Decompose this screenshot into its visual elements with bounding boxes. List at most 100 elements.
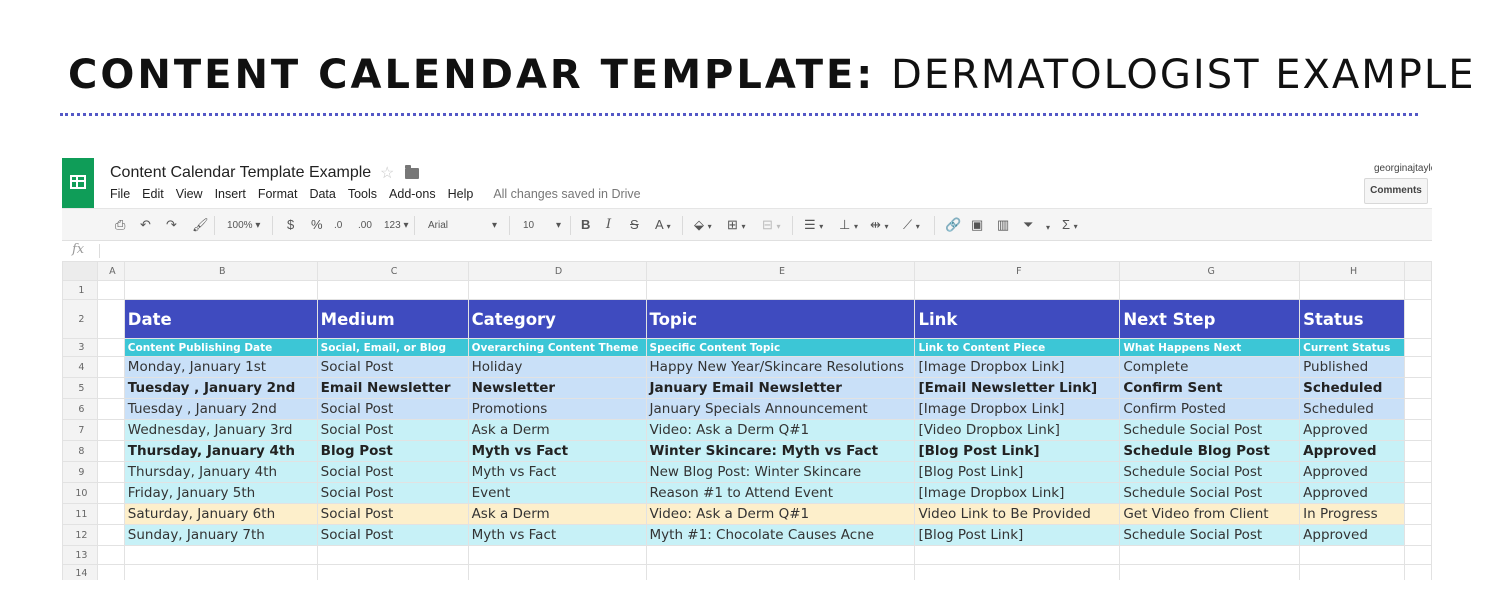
data-cell[interactable]: Friday, January 5th — [123, 482, 318, 504]
menu-edit[interactable]: Edit — [142, 187, 164, 201]
empty-cell[interactable] — [1404, 356, 1432, 378]
row-header-1[interactable]: 1 — [62, 280, 98, 300]
data-cell[interactable]: [Image Dropbox Link] — [914, 356, 1121, 378]
column-header-g[interactable]: G — [1119, 261, 1301, 281]
font-size-select[interactable]: 10 — [523, 218, 534, 234]
empty-cell[interactable] — [467, 564, 647, 580]
data-cell[interactable]: Ask a Derm — [467, 503, 647, 525]
redo-icon[interactable]: ↷ — [166, 217, 177, 233]
data-cell[interactable]: Social Post — [316, 482, 469, 504]
data-cell[interactable]: Blog Post — [316, 440, 469, 462]
empty-cell[interactable] — [645, 564, 916, 580]
data-cell[interactable]: Social Post — [316, 398, 469, 420]
cell-a[interactable] — [96, 545, 125, 565]
font-size-chevron-icon[interactable]: ▾ — [556, 218, 561, 234]
empty-cell[interactable] — [1404, 524, 1432, 546]
data-cell[interactable]: Myth vs Fact — [467, 524, 647, 546]
formula-bar[interactable]: fx — [62, 241, 1432, 262]
vertical-align-icon[interactable]: ⊥ ▾ — [839, 217, 858, 235]
data-cell[interactable]: Approved — [1299, 461, 1406, 483]
empty-cell[interactable] — [316, 545, 469, 565]
data-cell[interactable]: Wednesday, January 3rd — [123, 419, 318, 441]
empty-cell[interactable] — [1404, 482, 1432, 504]
cell-a[interactable] — [96, 299, 125, 339]
cell-a[interactable] — [96, 356, 125, 378]
data-cell[interactable]: Sunday, January 7th — [123, 524, 318, 546]
bold-button[interactable]: B — [581, 217, 590, 233]
cell-a[interactable] — [96, 461, 125, 483]
header-cell[interactable]: Next Step — [1119, 299, 1301, 339]
row-header-10[interactable]: 10 — [62, 482, 98, 504]
data-cell[interactable]: Ask a Derm — [467, 419, 647, 441]
data-cell[interactable]: Video: Ask a Derm Q#1 — [645, 419, 916, 441]
column-header-h[interactable]: H — [1299, 261, 1406, 281]
empty-cell[interactable] — [914, 545, 1121, 565]
subheader-cell[interactable]: Specific Content Topic — [645, 338, 916, 357]
data-cell[interactable]: Email Newsletter — [316, 377, 469, 399]
row-header-2[interactable]: 2 — [62, 299, 98, 339]
data-cell[interactable]: Schedule Social Post — [1119, 482, 1301, 504]
column-header-f[interactable]: F — [914, 261, 1121, 281]
paint-format-icon[interactable]: 🖌 — [192, 217, 209, 233]
data-cell[interactable]: Saturday, January 6th — [123, 503, 318, 525]
folder-icon[interactable] — [405, 165, 419, 179]
empty-cell[interactable] — [645, 280, 916, 300]
empty-cell[interactable] — [1404, 398, 1432, 420]
data-cell[interactable]: Social Post — [316, 461, 469, 483]
empty-cell[interactable] — [316, 564, 469, 580]
cell-a[interactable] — [96, 482, 125, 504]
data-cell[interactable]: Monday, January 1st — [123, 356, 318, 378]
text-wrap-icon[interactable]: ⇹ ▾ — [870, 217, 889, 235]
row-header-8[interactable]: 8 — [62, 440, 98, 462]
data-cell[interactable]: Holiday — [467, 356, 647, 378]
cell-a[interactable] — [96, 419, 125, 441]
horizontal-align-icon[interactable]: ☰ ▾ — [804, 217, 823, 235]
data-cell[interactable]: Tuesday , January 2nd — [123, 377, 318, 399]
subheader-cell[interactable]: What Happens Next — [1119, 338, 1301, 357]
header-cell[interactable]: Category — [467, 299, 647, 339]
data-cell[interactable]: [Email Newsletter Link] — [914, 377, 1121, 399]
sheets-logo-icon[interactable] — [62, 158, 94, 208]
column-header-d[interactable]: D — [467, 261, 647, 281]
column-header-b[interactable]: B — [123, 261, 318, 281]
insert-link-icon[interactable]: 🔗 — [945, 217, 961, 233]
row-header-7[interactable]: 7 — [62, 419, 98, 441]
comments-button[interactable]: Comments — [1364, 178, 1428, 204]
cell-a[interactable] — [96, 524, 125, 546]
data-cell[interactable]: Myth vs Fact — [467, 461, 647, 483]
cell-a[interactable] — [96, 440, 125, 462]
data-cell[interactable]: Tuesday , January 2nd — [123, 398, 318, 420]
text-rotation-icon[interactable]: ⟋ ▾ — [903, 217, 920, 235]
empty-cell[interactable] — [1404, 440, 1432, 462]
empty-cell[interactable] — [914, 564, 1121, 580]
data-cell[interactable]: Scheduled — [1299, 398, 1406, 420]
data-cell[interactable]: Get Video from Client — [1119, 503, 1301, 525]
data-cell[interactable]: Schedule Blog Post — [1119, 440, 1301, 462]
data-cell[interactable]: Social Post — [316, 419, 469, 441]
decrease-decimal-button[interactable]: .0 — [334, 218, 342, 234]
header-cell[interactable]: Status — [1299, 299, 1406, 339]
menu-file[interactable]: File — [110, 187, 130, 201]
user-email[interactable]: georginajtaylor — [1374, 163, 1432, 174]
data-cell[interactable]: Video: Ask a Derm Q#1 — [645, 503, 916, 525]
empty-cell[interactable] — [1404, 338, 1432, 357]
empty-cell[interactable] — [123, 280, 318, 300]
data-cell[interactable]: Video Link to Be Provided — [914, 503, 1121, 525]
data-cell[interactable]: Schedule Social Post — [1119, 419, 1301, 441]
empty-cell[interactable] — [1404, 377, 1432, 399]
empty-cell[interactable] — [1404, 503, 1432, 525]
functions-button[interactable]: Σ ▾ — [1062, 217, 1078, 235]
empty-cell[interactable] — [467, 545, 647, 565]
row-header-12[interactable]: 12 — [62, 524, 98, 546]
empty-cell[interactable] — [1299, 564, 1406, 580]
empty-cell[interactable] — [1119, 280, 1301, 300]
subheader-cell[interactable]: Current Status — [1299, 338, 1406, 357]
header-cell[interactable]: Link — [914, 299, 1121, 339]
cell-a[interactable] — [96, 377, 125, 399]
data-cell[interactable]: Social Post — [316, 524, 469, 546]
empty-cell[interactable] — [1299, 545, 1406, 565]
row-header-3[interactable]: 3 — [62, 338, 98, 357]
column-header-e[interactable]: E — [645, 261, 916, 281]
empty-cell[interactable] — [1404, 280, 1432, 300]
empty-cell[interactable] — [1404, 299, 1432, 339]
